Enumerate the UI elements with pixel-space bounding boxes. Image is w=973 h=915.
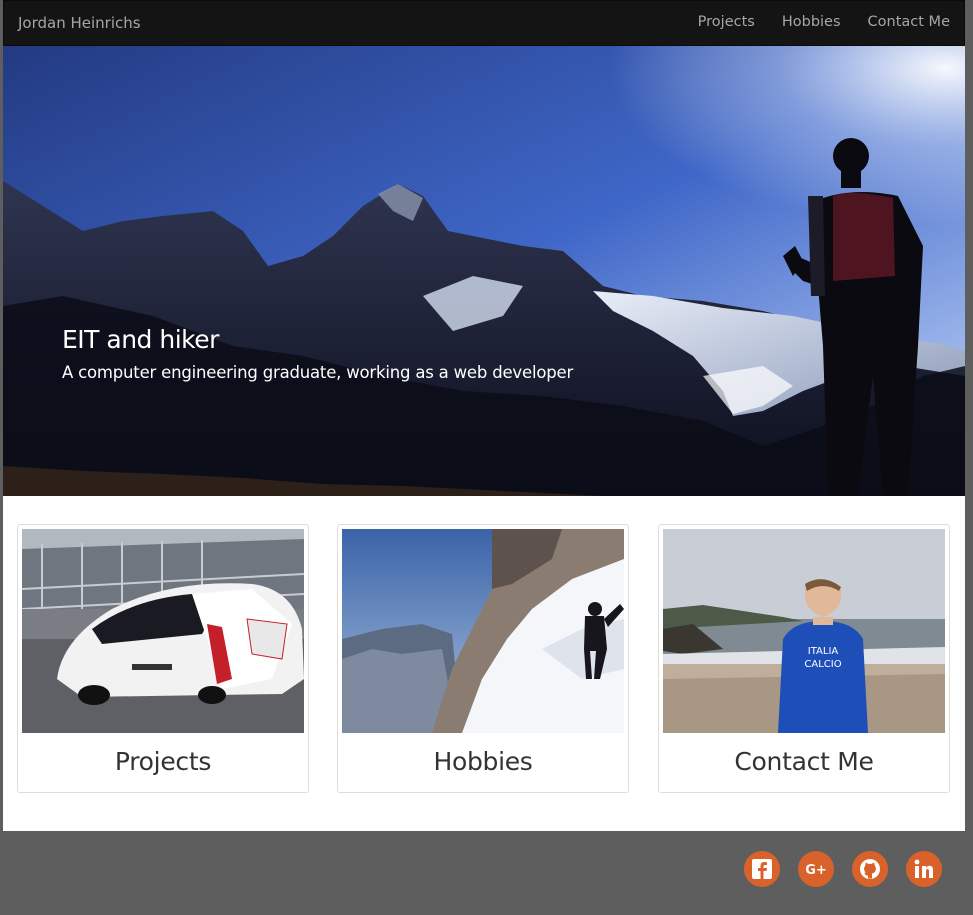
page: Jordan Heinrichs Projects Hobbies Contac… — [3, 0, 965, 831]
card-projects[interactable]: Projects — [17, 524, 309, 793]
facebook-link[interactable] — [744, 851, 780, 887]
hero-text: EIT and hiker A computer engineering gra… — [62, 325, 573, 382]
contact-image: ITALIA CALCIO — [663, 529, 945, 733]
svg-text:G+: G+ — [805, 863, 827, 878]
navbar: Jordan Heinrichs Projects Hobbies Contac… — [3, 0, 965, 46]
hero-title: EIT and hiker — [62, 325, 219, 354]
card-caption-projects: Projects — [114, 747, 212, 776]
hero-banner: EIT and hiker A computer engineering gra… — [3, 46, 965, 496]
nav-links: Projects Hobbies Contact Me — [698, 14, 950, 30]
brand-link[interactable]: Jordan Heinrichs — [18, 14, 141, 32]
nav-link-projects[interactable]: Projects — [698, 14, 755, 30]
card-hobbies[interactable]: Hobbies — [337, 524, 629, 793]
svg-text:ITALIA: ITALIA — [808, 646, 839, 657]
nav-link-contact[interactable]: Contact Me — [868, 14, 950, 30]
hero-subtitle: A computer engineering graduate, working… — [62, 363, 574, 382]
github-icon — [860, 859, 880, 879]
card-contact[interactable]: ITALIA CALCIO Contact Me — [658, 524, 950, 793]
hobbies-image — [342, 529, 624, 733]
facebook-icon — [752, 859, 772, 879]
linkedin-link[interactable] — [906, 851, 942, 887]
linkedin-icon — [914, 859, 933, 878]
github-link[interactable] — [852, 851, 888, 887]
hero-mountain-image — [3, 46, 965, 496]
projects-image — [22, 529, 304, 733]
google-plus-icon: G+ — [805, 863, 827, 878]
svg-text:CALCIO: CALCIO — [804, 659, 841, 670]
card-caption-contact: Contact Me — [734, 747, 874, 776]
nav-link-hobbies[interactable]: Hobbies — [782, 14, 841, 30]
google-plus-link[interactable]: G+ — [798, 851, 834, 887]
card-caption-hobbies: Hobbies — [433, 747, 533, 776]
